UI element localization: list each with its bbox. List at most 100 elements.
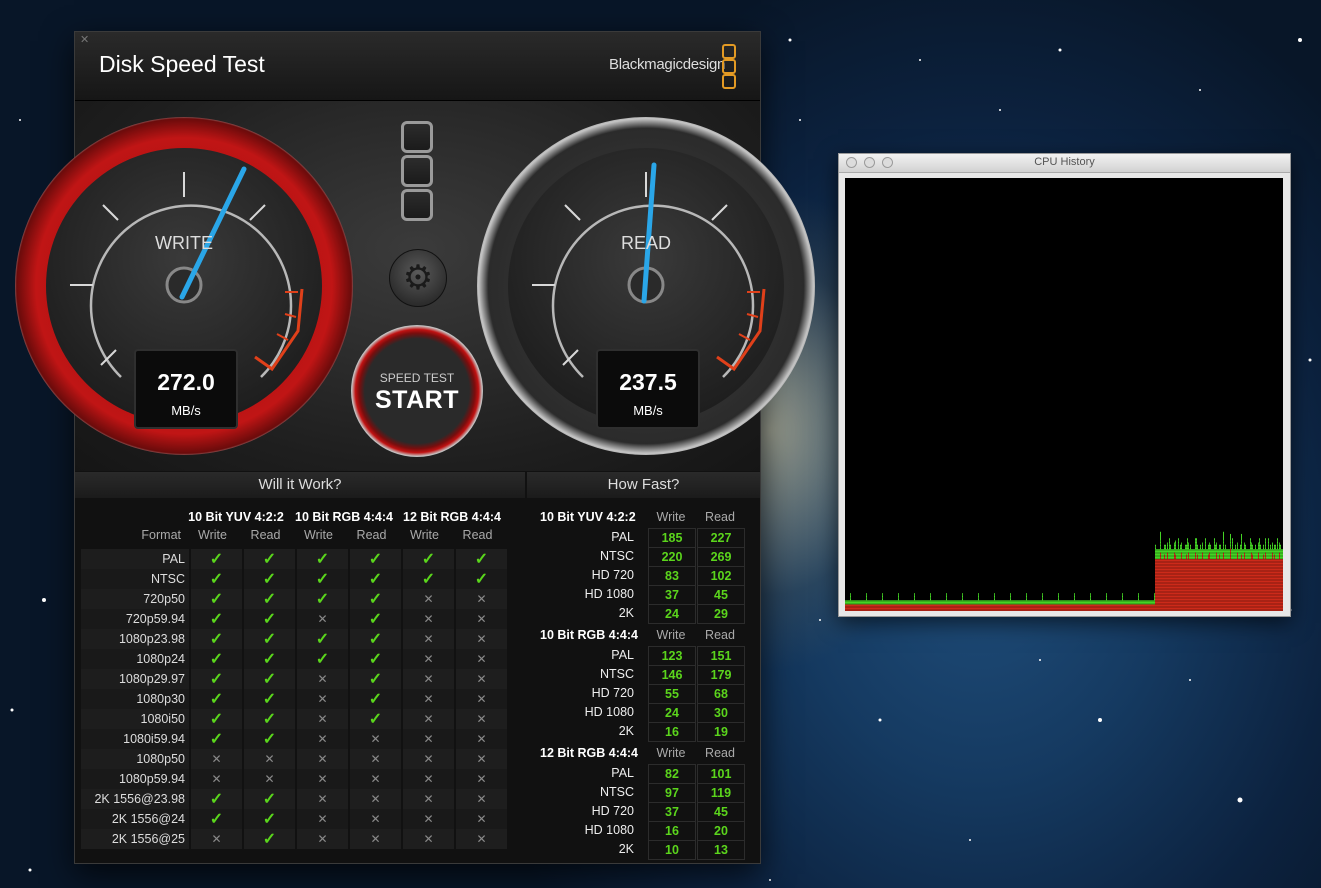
close-icon[interactable]: ✕ xyxy=(80,35,91,46)
support-cell: ✓ xyxy=(401,549,455,569)
support-cell: ✕ xyxy=(295,669,349,689)
cpu-user-bar xyxy=(1275,559,1276,611)
cpu-user-bar xyxy=(1183,559,1184,611)
cpu-user-bar xyxy=(1257,559,1258,611)
app-title: Disk Speed Test xyxy=(99,51,265,77)
cpu-system-bar xyxy=(1254,549,1255,560)
speed-row: NTSC 97 119 xyxy=(534,783,754,803)
support-cell: ✕ xyxy=(401,729,455,749)
support-cell: ✕ xyxy=(401,808,455,829)
cpu-user-bar xyxy=(1176,559,1177,611)
cross-icon: ✕ xyxy=(317,712,328,726)
cpu-system-bar xyxy=(1223,531,1224,553)
cpu-user-bar xyxy=(1256,559,1257,611)
format-row: 1080p59.94 ✕ ✕ ✕ ✕ ✕ ✕ xyxy=(81,768,507,789)
support-cell: ✓ xyxy=(189,629,243,649)
write-speed-value: 272.0 xyxy=(157,369,215,395)
cpu-system-bar xyxy=(1191,549,1192,560)
cpu-user-bar xyxy=(1188,552,1189,611)
support-cell: ✕ xyxy=(401,788,455,809)
support-cell: ✓ xyxy=(454,569,507,589)
cpu-system-bar xyxy=(1193,549,1194,560)
read-fps-value: 20 xyxy=(697,821,745,841)
cpu-system-bar xyxy=(1162,549,1163,560)
cpu-system-bar xyxy=(1173,549,1174,560)
support-cell: ✓ xyxy=(401,569,455,589)
indicator-box-icon xyxy=(401,155,433,187)
support-cell: ✕ xyxy=(401,768,455,789)
checkmark-icon: ✓ xyxy=(315,571,330,588)
support-cell: ✕ xyxy=(454,768,507,789)
cross-icon: ✕ xyxy=(370,811,381,826)
read-fps-value: 29 xyxy=(697,604,745,624)
format-label: PAL xyxy=(81,549,190,569)
cpu-user-bar xyxy=(1260,559,1261,611)
checkmark-icon: ✓ xyxy=(262,671,277,688)
cross-icon: ✕ xyxy=(370,771,381,786)
cpu-system-bar xyxy=(1273,549,1274,560)
support-cell: ✕ xyxy=(295,609,349,629)
checkmark-icon: ✓ xyxy=(368,691,383,708)
cpu-system-bar xyxy=(1256,549,1257,560)
cpu-system-bar xyxy=(1176,549,1177,560)
format-label: 720p59.94 xyxy=(81,609,190,629)
cpu-user-bar xyxy=(1179,559,1180,611)
cpu-system-bar xyxy=(1246,549,1247,560)
how-fast-table: 10 Bit YUV 4:2:2 Write Read PAL 185 227 NTSC 22… xyxy=(534,507,754,861)
support-cell: ✕ xyxy=(454,808,507,829)
cpu-user-bar xyxy=(1280,559,1281,611)
cross-icon: ✕ xyxy=(423,632,434,646)
read-speed-unit: MB/s xyxy=(633,403,663,418)
checkmark-icon: ✓ xyxy=(421,571,436,588)
support-cell: ✕ xyxy=(348,808,402,829)
checkmark-icon: ✓ xyxy=(209,810,224,828)
cpu-system-bar xyxy=(1203,549,1204,560)
cpu-user-bar xyxy=(1231,559,1232,611)
resolution-label: 2K xyxy=(618,842,634,856)
gear-icon: ⚙ xyxy=(402,259,434,297)
checkmark-icon: ✓ xyxy=(368,711,383,728)
cpu-system-bar xyxy=(1189,549,1190,560)
cpu-system-bar xyxy=(1224,549,1225,560)
write-fps-value: 83 xyxy=(648,566,696,586)
read-fps-value: 102 xyxy=(697,566,745,586)
support-cell: ✓ xyxy=(189,589,243,609)
write-fps-value: 146 xyxy=(648,665,696,685)
format-row: PAL ✓ ✓ ✓ ✓ ✓ ✓ xyxy=(81,549,507,569)
cpu-user-bar xyxy=(1182,559,1183,611)
cross-icon: ✕ xyxy=(423,791,434,806)
format-column-header: Format xyxy=(141,528,181,542)
settings-button[interactable]: ⚙ xyxy=(389,249,447,307)
support-cell: ✕ xyxy=(348,729,402,749)
cpu-user-bar xyxy=(1242,559,1243,611)
checkmark-icon: ✓ xyxy=(209,691,224,708)
cpu-user-bar xyxy=(1165,559,1166,611)
cpu-user-bar xyxy=(1206,559,1207,611)
format-row: 720p59.94 ✓ ✓ ✕ ✓ ✕ ✕ xyxy=(81,609,507,629)
write-fps-value: 24 xyxy=(648,604,696,624)
cpu-system-bar xyxy=(1201,549,1202,560)
cpu-user-bar xyxy=(1264,559,1265,611)
cpu-system-bar xyxy=(1264,549,1265,560)
cpu-system-bar xyxy=(1248,549,1249,560)
write-fps-value: 16 xyxy=(648,821,696,841)
cross-icon: ✕ xyxy=(211,751,222,766)
read-fps-value: 269 xyxy=(697,547,745,567)
speed-test-start-button[interactable]: SPEED TEST START xyxy=(351,325,483,457)
cross-icon: ✕ xyxy=(476,771,487,786)
cpu-system-bar xyxy=(1161,549,1162,560)
support-cell: ✓ xyxy=(189,709,243,729)
checkmark-icon: ✓ xyxy=(262,571,277,588)
support-cell: ✕ xyxy=(348,768,402,789)
support-cell: ✓ xyxy=(189,808,243,829)
format-label: 1080p30 xyxy=(81,689,190,709)
support-cell: ✕ xyxy=(454,629,507,649)
cpu-system-bar xyxy=(1247,549,1248,560)
cpu-system-bar xyxy=(1262,549,1263,560)
cpu-user-bar xyxy=(1244,552,1245,611)
group-title: 12 Bit RGB 4:4:4 xyxy=(540,746,638,760)
cpu-user-bar xyxy=(1261,559,1262,611)
cpu-user-bar xyxy=(1229,559,1230,611)
cpu-user-bar xyxy=(1184,559,1185,611)
cpu-user-bar xyxy=(1240,559,1241,611)
